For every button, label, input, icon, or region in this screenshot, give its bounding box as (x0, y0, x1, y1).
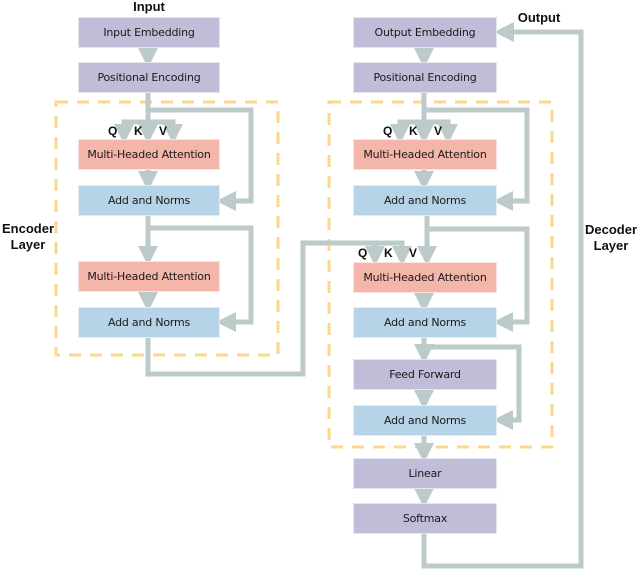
output-label: Output (517, 10, 561, 25)
encoder-layer-label: Encoder Layer (1, 221, 54, 252)
decoder-add-norm-1: Add and Norms (353, 185, 497, 216)
decoder-multi-head-attention-1: Multi-Headed Attention (353, 139, 497, 170)
softmax-block: Softmax (353, 503, 497, 534)
encoder-k-label: K (134, 124, 143, 138)
decoder-multi-head-attention-2: Multi-Headed Attention (353, 262, 497, 293)
encoder-multi-head-attention-1: Multi-Headed Attention (78, 139, 220, 170)
encoder-add-norm-1: Add and Norms (78, 185, 220, 216)
decoder-add-norm-3: Add and Norms (353, 405, 497, 436)
decoder-k1-label: K (409, 124, 418, 138)
decoder-positional-encoding-block: Positional Encoding (353, 62, 497, 93)
encoder-positional-encoding-block: Positional Encoding (78, 62, 220, 93)
feed-forward-block: Feed Forward (353, 359, 497, 390)
decoder-q2-label: Q (358, 246, 368, 260)
encoder-v-label: V (159, 124, 168, 138)
decoder-add-norm-2: Add and Norms (353, 307, 497, 338)
decoder-layer-label: Decoder Layer (584, 222, 638, 253)
decoder-v1-label: V (434, 124, 443, 138)
decoder-v2-label: V (409, 246, 418, 260)
input-embedding-block: Input Embedding (78, 17, 220, 48)
decoder-q1-label: Q (383, 124, 393, 138)
input-label: Input (133, 0, 165, 14)
encoder-multi-head-attention-2: Multi-Headed Attention (78, 261, 220, 292)
encoder-q-label: Q (108, 124, 118, 138)
decoder-k2-label: K (384, 246, 393, 260)
linear-block: Linear (353, 458, 497, 489)
output-embedding-block: Output Embedding (353, 17, 497, 48)
encoder-add-norm-2: Add and Norms (78, 307, 220, 338)
